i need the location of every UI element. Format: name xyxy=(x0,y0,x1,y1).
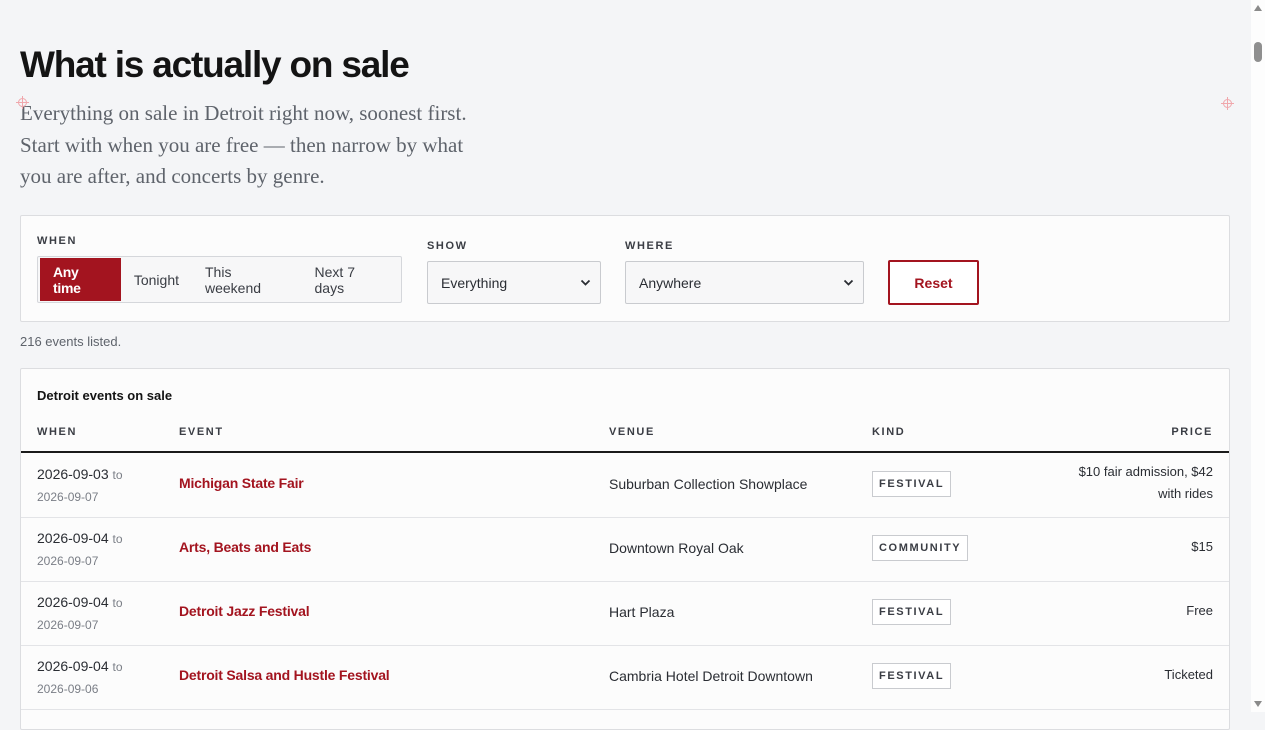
end-date: 2026-09-06 xyxy=(37,682,99,696)
date-separator: to xyxy=(112,532,123,546)
when-label: WHEN xyxy=(37,235,78,247)
crosshair-icon xyxy=(1221,97,1234,110)
where-label: WHERE xyxy=(625,240,674,252)
show-select[interactable]: Everything xyxy=(427,261,601,304)
start-date: 2026-09-03 xyxy=(37,466,109,482)
chevron-down-icon xyxy=(580,279,591,286)
table-row: 2026-09-04 to 2026-09-07 Detroit Jazz Fe… xyxy=(21,581,1229,646)
event-price: $10 fair admission, $42 with rides xyxy=(1078,464,1213,501)
event-link[interactable]: Detroit Salsa and Hustle Festival xyxy=(179,667,390,683)
event-dates: 2026-09-04 to 2026-09-07 xyxy=(37,591,123,636)
show-select-value: Everything xyxy=(441,274,508,291)
when-option-tonight[interactable]: Tonight xyxy=(121,258,192,301)
event-venue: Hart Plaza xyxy=(609,604,675,620)
event-price: Ticketed xyxy=(1164,667,1213,682)
column-header-price: PRICE xyxy=(1171,426,1213,438)
show-label: SHOW xyxy=(427,240,468,252)
reset-button[interactable]: Reset xyxy=(888,260,979,305)
when-option-next-7-days[interactable]: Next 7 days xyxy=(302,258,399,301)
crosshair-icon xyxy=(16,96,29,109)
end-date: 2026-09-07 xyxy=(37,490,99,504)
event-price: $15 xyxy=(1191,539,1213,554)
kind-badge: COMMUNITY xyxy=(872,535,969,561)
where-select[interactable]: Anywhere xyxy=(625,261,864,304)
events-table: Detroit events on sale WHEN EVENT VENUE … xyxy=(20,368,1230,730)
chevron-down-icon xyxy=(843,279,854,286)
page-title: What is actually on sale xyxy=(20,44,410,85)
date-separator: to xyxy=(112,468,123,482)
when-segmented-control: Any time Tonight This weekend Next 7 day… xyxy=(37,256,402,303)
date-separator: to xyxy=(112,660,123,674)
end-date: 2026-09-07 xyxy=(37,554,99,568)
date-separator: to xyxy=(112,596,123,610)
column-header-kind: KIND xyxy=(872,426,906,438)
filter-panel: WHEN Any time Tonight This weekend Next … xyxy=(20,215,1230,322)
event-link[interactable]: Michigan State Fair xyxy=(179,475,304,491)
start-date: 2026-09-04 xyxy=(37,594,109,610)
event-venue: Suburban Collection Showplace xyxy=(609,476,808,492)
event-link[interactable]: Arts, Beats and Eats xyxy=(179,539,311,555)
table-row: 2026-09-04 to 2026-09-06 Detroit Salsa a… xyxy=(21,645,1229,710)
table-row: 2026-09-03 to 2026-09-07 Michigan State … xyxy=(21,453,1229,518)
kind-badge: FESTIVAL xyxy=(872,599,952,625)
scroll-up-icon[interactable] xyxy=(1254,5,1262,11)
event-link[interactable]: Detroit Jazz Festival xyxy=(179,603,310,619)
column-header-event: EVENT xyxy=(179,426,224,438)
when-option-any-time[interactable]: Any time xyxy=(40,258,121,301)
column-header-when: WHEN xyxy=(37,426,78,438)
event-venue: Downtown Royal Oak xyxy=(609,540,744,556)
event-price: Free xyxy=(1186,603,1213,618)
event-venue: Cambria Hotel Detroit Downtown xyxy=(609,668,813,684)
table-row: 2026-09-04 to 2026-09-07 Arts, Beats and… xyxy=(21,517,1229,582)
table-caption: Detroit events on sale xyxy=(37,388,173,403)
kind-badge: FESTIVAL xyxy=(872,471,952,497)
event-dates: 2026-09-03 to 2026-09-07 xyxy=(37,463,123,508)
event-dates: 2026-09-04 to 2026-09-07 xyxy=(37,527,123,572)
scroll-down-icon[interactable] xyxy=(1254,701,1262,707)
kind-badge: FESTIVAL xyxy=(872,663,952,689)
column-header-venue: VENUE xyxy=(609,426,655,438)
page-scrollbar[interactable] xyxy=(1251,0,1265,712)
scrollbar-thumb[interactable] xyxy=(1254,42,1262,62)
when-option-this-weekend[interactable]: This weekend xyxy=(192,258,302,301)
end-date: 2026-09-07 xyxy=(37,618,99,632)
start-date: 2026-09-04 xyxy=(37,658,109,674)
event-dates: 2026-09-04 to 2026-09-06 xyxy=(37,655,123,700)
results-count: 216 events listed. xyxy=(20,334,122,349)
start-date: 2026-09-04 xyxy=(37,530,109,546)
page-lede: Everything on sale in Detroit right now,… xyxy=(20,101,467,188)
where-select-value: Anywhere xyxy=(639,274,702,291)
